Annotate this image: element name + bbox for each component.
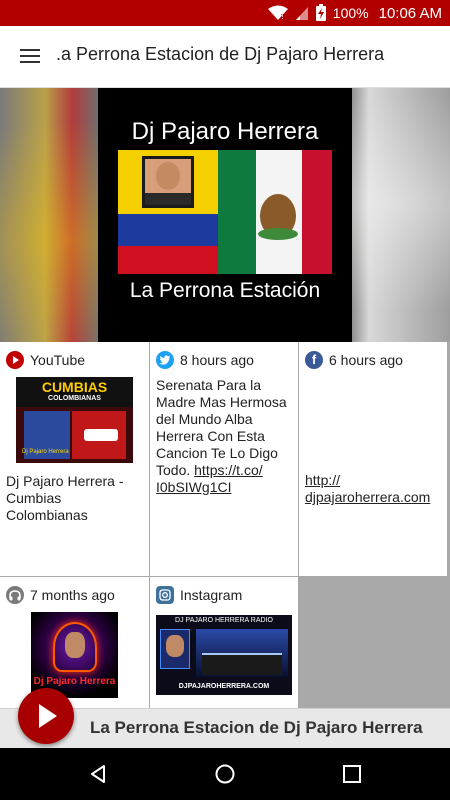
card-timestamp: 7 months ago bbox=[30, 587, 115, 603]
twitter-card[interactable]: 8 hours ago Serenata Para la Madre Mas H… bbox=[150, 342, 298, 576]
facebook-icon: f bbox=[305, 351, 323, 369]
instagram-thumbnail[interactable]: DJ PAJARO HERRERA RADIO DJPAJAROHERRERA.… bbox=[156, 615, 292, 695]
card-source-label: YouTube bbox=[30, 352, 86, 368]
status-bar: ! 100% 10:06 AM bbox=[0, 0, 450, 26]
card-source-label: Instagram bbox=[180, 587, 243, 603]
app-bar: .a Perrona Estacion de Dj Pajaro Herrera bbox=[0, 26, 450, 88]
recents-icon[interactable] bbox=[340, 762, 364, 786]
tweet-link-part-2: I0bSIWg1CI bbox=[156, 479, 232, 495]
colombia-mexico-flags-image bbox=[118, 150, 332, 274]
thumbnail-caption: Dj Pajaro Herrera bbox=[22, 449, 69, 455]
youtube-card[interactable]: YouTube CUMBIAS COLOMBIANAS Dj Pajaro He… bbox=[0, 342, 149, 576]
card-header: 7 months ago bbox=[6, 585, 115, 605]
battery-level: 100% bbox=[332, 5, 369, 21]
thumbnail-subtitle: COLOMBIANAS bbox=[48, 395, 101, 402]
station-cover-image: Dj Pajaro Herrera La Perrona Estación bbox=[98, 88, 352, 342]
signal-icon bbox=[295, 7, 308, 20]
tweet-text: Serenata Para la Madre Mas Hermosa del M… bbox=[156, 377, 292, 496]
thumbnail-header: DJ PAJARO HERRERA RADIO bbox=[175, 617, 273, 624]
facebook-link-part-2: djpajaroherrera.com bbox=[305, 489, 431, 505]
tweet-link-part-1: https://t.co/ bbox=[194, 462, 263, 478]
thumbnail-footer: DJPAJAROHERRERA.COM bbox=[178, 683, 270, 690]
card-header: f 6 hours ago bbox=[305, 350, 403, 370]
page-title: .a Perrona Estacion de Dj Pajaro Herrera bbox=[56, 44, 385, 64]
facebook-link[interactable]: http:// djpajaroherrera.com bbox=[305, 472, 441, 506]
card-header: 8 hours ago bbox=[156, 350, 254, 370]
status-icons: ! 100% 10:06 AM bbox=[267, 0, 442, 26]
thumbnail-title: CUMBIAS bbox=[41, 379, 108, 395]
cover-top-text: Dj Pajaro Herrera bbox=[131, 118, 319, 145]
now-playing-title: La Perrona Estacion de Dj Pajaro Herrera bbox=[90, 718, 423, 737]
headphones-icon bbox=[6, 586, 24, 604]
card-text: Dj Pajaro Herrera - Cumbias Colombianas bbox=[6, 473, 124, 523]
status-time: 10:06 AM bbox=[378, 4, 442, 22]
play-icon bbox=[39, 704, 57, 728]
audio-thumbnail[interactable]: Dj Pajaro Herrera bbox=[31, 612, 118, 698]
hamburger-menu-icon[interactable] bbox=[16, 45, 46, 69]
youtube-icon bbox=[6, 351, 24, 369]
back-icon[interactable] bbox=[86, 762, 110, 786]
card-timestamp: 6 hours ago bbox=[329, 352, 403, 368]
home-icon[interactable] bbox=[213, 762, 237, 786]
card-header: YouTube bbox=[6, 350, 85, 370]
twitter-icon bbox=[156, 351, 174, 369]
facebook-link-part-1: http:// bbox=[305, 472, 341, 488]
station-artwork-banner: Dj Pajaro Herrera La Perrona Estación bbox=[0, 88, 450, 342]
youtube-thumbnail[interactable]: CUMBIAS COLOMBIANAS Dj Pajaro Herrera bbox=[16, 377, 133, 463]
system-navigation-bar bbox=[0, 748, 450, 800]
social-feed-grid: YouTube CUMBIAS COLOMBIANAS Dj Pajaro He… bbox=[0, 342, 450, 708]
thumbnail-caption: Dj Pajaro Herrera bbox=[33, 676, 116, 687]
card-timestamp: 8 hours ago bbox=[180, 352, 254, 368]
instagram-card[interactable]: Instagram DJ PAJARO HERRERA RADIO DJPAJA… bbox=[150, 577, 298, 708]
svg-text:!: ! bbox=[281, 12, 283, 21]
facebook-card[interactable]: f 6 hours ago http:// djpajaroherrera.co… bbox=[299, 342, 447, 576]
instagram-icon bbox=[156, 586, 174, 604]
battery-charging-icon bbox=[315, 4, 326, 21]
card-header: Instagram bbox=[156, 585, 242, 605]
cover-bottom-text: La Perrona Estación bbox=[129, 279, 321, 302]
play-button[interactable] bbox=[18, 688, 74, 744]
wifi-icon: ! bbox=[267, 5, 288, 21]
